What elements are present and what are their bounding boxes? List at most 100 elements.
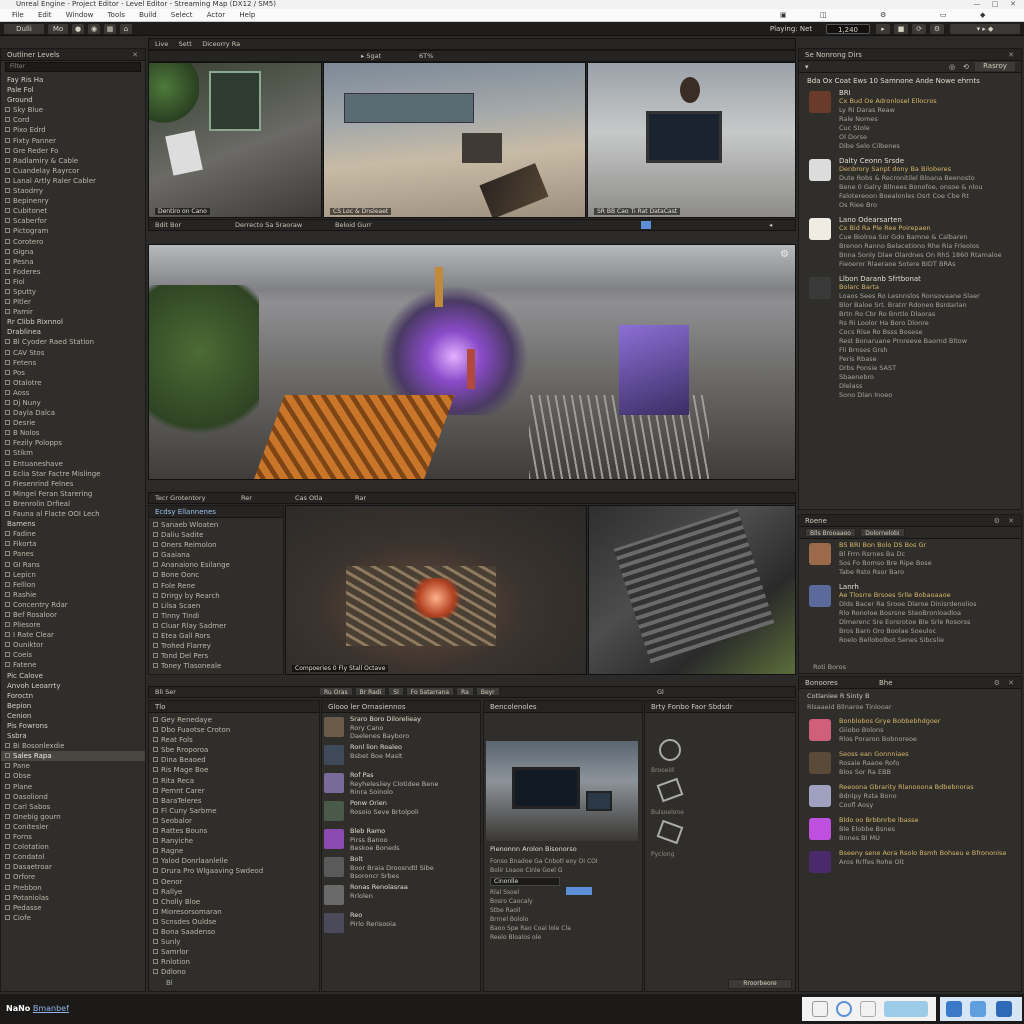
outliner-item[interactable]: Fikorta [1, 539, 145, 549]
outliner-item[interactable]: Bef Rosaloor [1, 610, 145, 620]
lower-tab-3[interactable]: Cas Otla [295, 493, 322, 503]
edit-button[interactable]: Bdit Bor [155, 221, 181, 229]
outliner-item[interactable]: Fauna al Flacte OOI Lech [1, 509, 145, 519]
content-tree-item[interactable]: Rattes Bouns [149, 826, 319, 836]
scene-tree-item[interactable]: Trohed Flarrey [149, 641, 283, 651]
outliner-item[interactable]: I Rate Clear [1, 630, 145, 640]
outliner-item[interactable]: Pedasse [1, 903, 145, 913]
wheel-tool-icon[interactable] [659, 739, 681, 761]
menu-actor[interactable]: Actor [207, 9, 225, 21]
viewport-settings-icon[interactable]: ⚙ [780, 249, 789, 260]
outliner-item[interactable]: Pamir [1, 307, 145, 317]
split-icon[interactable]: ◫ [820, 9, 827, 21]
content-tree-item[interactable]: Ranyiche [149, 836, 319, 846]
minimize-icon[interactable]: — [970, 0, 984, 9]
outliner-item[interactable]: Rashie [1, 590, 145, 600]
taskbar-app-3-icon[interactable] [996, 1001, 1012, 1017]
tray-cloud-icon[interactable] [884, 1001, 928, 1017]
record-icon[interactable]: ● [72, 24, 84, 34]
outliner-item[interactable]: Brenrolin Drfieal [1, 499, 145, 509]
outliner-item[interactable]: Pane [1, 761, 145, 771]
review-menu-icon[interactable]: ⚙ ✕ [994, 515, 1017, 526]
diamond-icon[interactable]: ◆ [980, 9, 985, 21]
outliner-item[interactable]: Foroctn [1, 691, 145, 701]
scene-tree-item[interactable]: Tinny Tindi [149, 611, 283, 621]
close-icon[interactable]: ✕ [1006, 0, 1020, 9]
outliner-item[interactable]: Fezily Polopps [1, 438, 145, 448]
outliner-item[interactable]: Fatene [1, 660, 145, 670]
tray-globe-icon[interactable] [836, 1001, 852, 1017]
outliner-item[interactable]: Foderes [1, 267, 145, 277]
refresh-icon[interactable]: ⟳ [912, 24, 926, 34]
content-tree-item[interactable]: Seobalor [149, 816, 319, 826]
outliner-item[interactable]: Corotero [1, 237, 145, 247]
clip-tool-icon[interactable] [656, 819, 684, 845]
camera-view-3[interactable]: SR BB Cao Ti Rat DataCast [587, 62, 796, 218]
feed-entry[interactable]: Bseeny sene Aora Rsolo Bsmh Bohseu e Bfr… [799, 847, 1021, 877]
feed-entry[interactable]: Lanrh Ae Tlosrre Brsoes Srlle Bobaoaaoe Dl… [799, 581, 1021, 649]
bottom-left-button[interactable]: Bl [166, 979, 173, 987]
outliner-item[interactable]: Prebbon [1, 883, 145, 893]
outliner-item[interactable]: Carl Sabos [1, 802, 145, 812]
feed-entry[interactable]: Seoss ean Gonnniaes Rosaie Raaoe Rofo Blos… [799, 748, 1021, 781]
outliner-item[interactable]: Condatol [1, 852, 145, 862]
outliner-item[interactable]: Dj Nuny [1, 398, 145, 408]
outliner-item[interactable]: Pitler [1, 297, 145, 307]
menu-tools[interactable]: Tools [108, 9, 125, 21]
content-tree-item[interactable]: Bona Saadenso [149, 927, 319, 937]
content-tree-item[interactable]: Rallye [149, 887, 319, 897]
outliner-item[interactable]: Panes [1, 549, 145, 559]
feed-entry[interactable]: Llbon Daranb Sfrtbonat Bolarc Barta Loaos … [799, 273, 1021, 404]
outliner-item[interactable]: Ssbra [1, 731, 145, 741]
outliner-item[interactable]: Gre Reder Fo [1, 146, 145, 156]
asset-list-item[interactable]: Rof Pas Reyhelesiiey Clotidee Bene Rinra S… [322, 771, 480, 799]
outliner-item[interactable]: Lanal Artly Raler Cabler [1, 176, 145, 186]
shape-tool-icon[interactable] [656, 777, 684, 803]
outliner-item[interactable]: Fiol [1, 277, 145, 287]
outliner-item[interactable]: Fadine [1, 529, 145, 539]
outliner-item[interactable]: Sales Rapa [1, 751, 145, 762]
comments-tab-2[interactable]: ◎ [949, 61, 955, 72]
comments-tab-1[interactable]: ▾ [805, 63, 809, 71]
menu-help[interactable]: Help [239, 9, 255, 21]
review-chip-2[interactable]: Dolornelobi [860, 528, 905, 537]
preview-field[interactable]: Cinonlle [490, 877, 560, 886]
lower-tab-2[interactable]: Rer [241, 493, 252, 503]
content-tree-item[interactable]: Samrlor [149, 947, 319, 957]
feed-entry[interactable]: Reeoona Gbrarity Rlanooona Bdbebnoras Bdn… [799, 781, 1021, 814]
content-tree-item[interactable]: Pemnt Carer [149, 786, 319, 796]
scene-tree-item[interactable]: Daliu Sadite [149, 530, 283, 540]
gear-icon[interactable]: ⚙ [880, 9, 886, 21]
content-filter-button[interactable]: Bli Ser [155, 688, 176, 696]
content-tree-item[interactable]: Ragne [149, 846, 319, 856]
menu-edit[interactable]: Edit [38, 9, 52, 21]
asset-list-item[interactable]: Ronas Renolasraa Rrlolen [322, 883, 480, 911]
outliner-item[interactable]: Obse [1, 771, 145, 781]
outliner-item[interactable]: Scaberfor [1, 216, 145, 226]
content-tree-item[interactable]: Fl Cuny Sarbme [149, 806, 319, 816]
lower-tab-1[interactable]: Tecr Grotentory [155, 494, 205, 502]
feed-entry[interactable]: Bonblobos Grye Bobbebhdgoer Giiobo Bolons… [799, 715, 1021, 748]
taskbar-app-1-icon[interactable] [946, 1001, 962, 1017]
outliner-item[interactable]: Colotation [1, 842, 145, 852]
outliner-item[interactable]: Dayla Dalca [1, 408, 145, 418]
outliner-item[interactable]: Conitesler [1, 822, 145, 832]
taskbar-app-2-icon[interactable] [970, 1001, 986, 1017]
asset-list-item[interactable]: Ponw Orien Rosoio Seve Brtolpoli [322, 799, 480, 827]
feed-entry[interactable]: Dalty Ceonn Srsde Denbrory Sanpt dony Ba … [799, 155, 1021, 214]
content-tree-item[interactable]: Dbo Fuaotse Croton [149, 725, 319, 735]
outliner-item[interactable]: Pixo Edrd [1, 125, 145, 135]
outliner-item[interactable]: Pictogram [1, 226, 145, 236]
content-tree-item[interactable]: Cholly Bloe [149, 897, 319, 907]
panel-icon[interactable]: ▭ [940, 9, 947, 21]
outliner-item[interactable]: Anvoh Leoarrty [1, 681, 145, 691]
outliner-item[interactable]: Pis Fowrons [1, 721, 145, 731]
content-tree-item[interactable]: Ddlono [149, 967, 319, 977]
outliner-item[interactable]: Cenion [1, 711, 145, 721]
project-button[interactable]: Dulli [4, 24, 44, 34]
comments-tab-3[interactable]: ⟲ [963, 61, 969, 72]
outliner-item[interactable]: Gigna [1, 247, 145, 257]
scene-tree-item[interactable]: Sanaeb Wloaten [149, 520, 283, 530]
tab-diceorry[interactable]: Diceorry Ra [202, 40, 240, 48]
content-tree-item[interactable]: Sunly [149, 937, 319, 947]
